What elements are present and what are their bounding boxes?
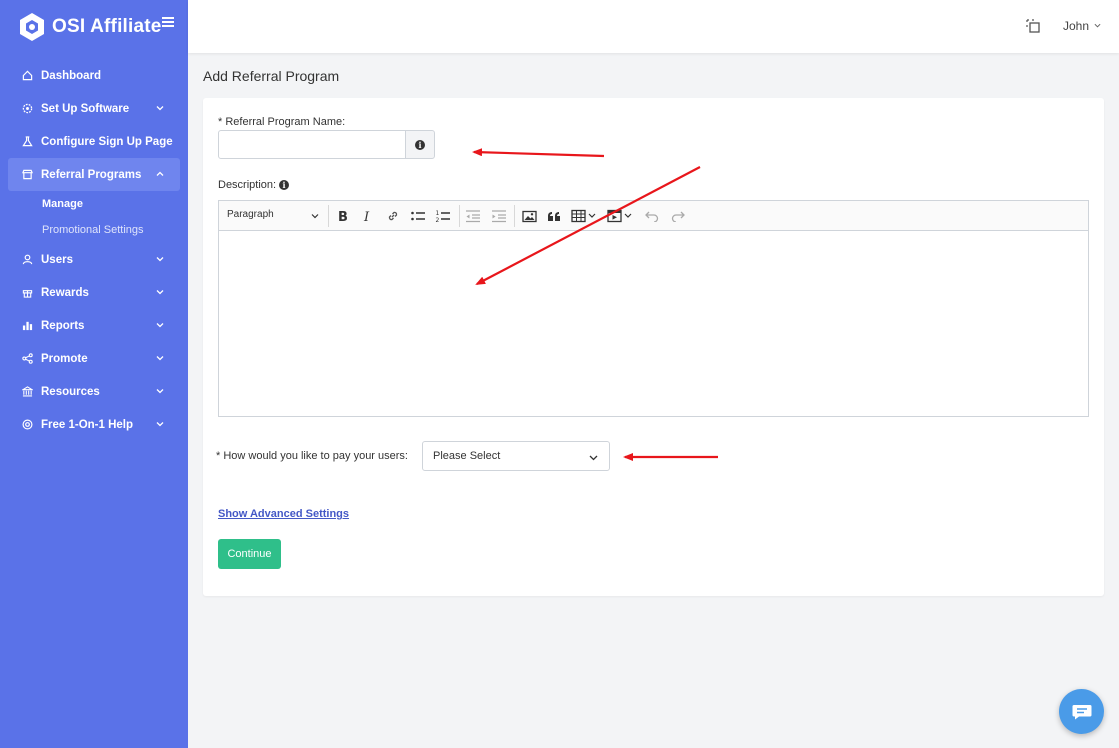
sidebar-item-resources[interactable]: Resources [8,375,180,408]
sidebar-item-label: Rewards [41,286,89,299]
numbered-list-icon[interactable]: 12 [435,208,451,224]
page-title: Add Referral Program [203,68,340,84]
blockquote-icon[interactable] [546,208,562,224]
description-editor: Paragraph B I 12 [218,200,1089,417]
sidebar-subitem-promotional-settings[interactable]: Promotional Settings [8,217,180,243]
fullscreen-icon[interactable] [1025,18,1041,34]
payment-method-select[interactable]: Please Select [422,441,610,471]
table-icon[interactable] [571,208,599,224]
flask-icon [21,136,33,148]
sidebar-item-users[interactable]: Users [8,243,180,276]
chat-bubble-icon [1072,704,1091,719]
sidebar-item-label: Resources [41,385,100,398]
brand[interactable]: OSI Affiliate [18,12,162,42]
chevron-down-icon[interactable] [1094,22,1101,29]
gift-icon [21,287,33,299]
sidebar-item-label: Dashboard [41,69,102,82]
sidebar-item-promote[interactable]: Promote [8,342,180,375]
bar-chart-icon [21,320,33,332]
sidebar-item-reports[interactable]: Reports [8,309,180,342]
bank-icon [21,386,33,398]
info-icon: i [415,139,425,150]
toolbar-separator [459,205,460,227]
chevron-down-icon [156,356,164,361]
info-icon[interactable]: i [279,180,290,190]
chevron-down-icon [156,389,164,394]
indent-decrease-icon[interactable] [465,208,481,224]
svg-text:1: 1 [436,210,440,217]
user-icon [21,254,33,266]
italic-icon[interactable]: I [361,208,375,224]
description-label: Description: [218,179,277,191]
svg-text:B: B [338,210,348,223]
image-icon[interactable] [521,208,537,224]
editor-toolbar: Paragraph B I 12 [219,201,1088,231]
topbar: John [188,0,1119,53]
bold-icon[interactable]: B [336,208,350,224]
hamburger-menu-icon[interactable] [162,17,174,27]
chevron-down-icon [589,455,598,461]
redo-icon[interactable] [671,208,685,224]
chevron-down-icon [156,323,164,328]
sidebar: OSI Affiliate Dashboard Set Up Software … [0,0,188,748]
svg-text:2: 2 [436,217,440,223]
chevron-down-icon[interactable] [311,212,319,220]
sidebar-item-label: Configure Sign Up Page [41,135,173,148]
store-icon [21,169,33,181]
continue-button[interactable]: Continue [218,539,281,569]
toolbar-separator [328,205,329,227]
chevron-down-icon [156,290,164,295]
sidebar-item-label: Set Up Software [41,102,130,115]
program-name-label: * Referral Program Name: [218,116,346,128]
media-embed-icon[interactable] [607,208,635,224]
sidebar-item-label: Free 1-On-1 Help [41,418,134,431]
payment-method-selected: Please Select [433,450,501,462]
sidebar-item-configure-sign-up-page[interactable]: Configure Sign Up Page [8,125,180,158]
bulleted-list-icon[interactable] [410,208,426,224]
user-menu[interactable]: John [1063,19,1089,33]
sidebar-nav: Dashboard Set Up Software Configure Sign… [8,59,180,441]
description-editor-body[interactable] [219,231,1088,416]
sidebar-item-label: Users [41,253,73,266]
sidebar-item-dashboard[interactable]: Dashboard [8,59,180,92]
form-card: * Referral Program Name: i Description: … [203,98,1104,596]
program-name-input[interactable] [218,130,406,159]
sidebar-item-free-help[interactable]: Free 1-On-1 Help [8,408,180,441]
hexagon-logo-icon [20,13,44,41]
chevron-down-icon [156,257,164,262]
gear-icon [21,103,33,115]
chevron-up-icon [156,171,164,176]
sidebar-item-set-up-software[interactable]: Set Up Software [8,92,180,125]
sidebar-subitem-manage[interactable]: Manage [8,191,180,217]
undo-icon[interactable] [645,208,659,224]
sidebar-item-label: Promote [41,352,88,365]
chat-launcher-button[interactable] [1059,689,1104,734]
brand-name: OSI Affiliate [52,16,162,37]
description-label-row: Description: i [218,179,290,191]
program-name-info-button[interactable]: i [405,130,435,159]
share-icon [21,353,33,365]
sidebar-item-label: Reports [41,319,85,332]
link-icon[interactable] [385,208,401,224]
sidebar-item-label: Referral Programs [41,168,142,181]
svg-text:I: I [363,210,370,223]
show-advanced-settings-link[interactable]: Show Advanced Settings [218,508,349,520]
sidebar-item-referral-programs[interactable]: Referral Programs [8,158,180,191]
indent-increase-icon[interactable] [491,208,507,224]
payment-method-label: * How would you like to pay your users: [216,450,408,462]
sidebar-item-rewards[interactable]: Rewards [8,276,180,309]
chevron-down-icon [156,106,164,111]
lifebuoy-icon [21,419,33,431]
toolbar-separator [514,205,515,227]
chevron-down-icon [156,422,164,427]
paragraph-format-select[interactable]: Paragraph [227,209,274,220]
home-icon [21,70,33,82]
